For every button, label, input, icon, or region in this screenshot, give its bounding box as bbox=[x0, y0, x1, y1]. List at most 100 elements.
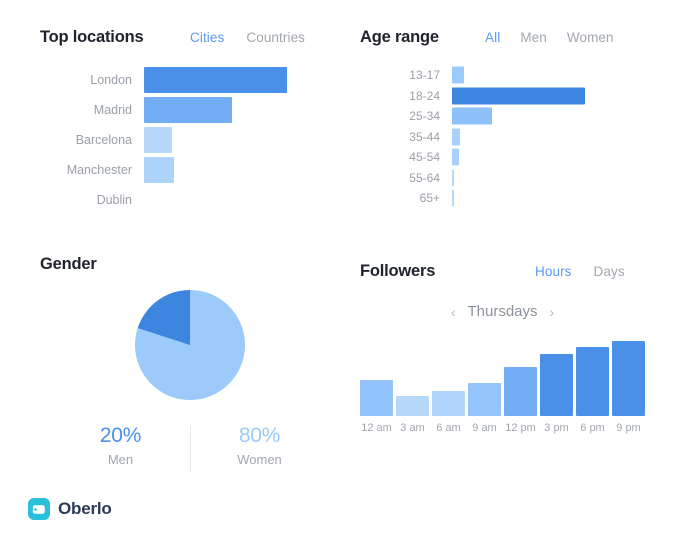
bar-track bbox=[452, 168, 620, 189]
followers-chart bbox=[360, 338, 645, 416]
gender-chart bbox=[40, 290, 340, 400]
top-locations-chart: London Madrid Barcelona Manchester Dubli… bbox=[40, 65, 330, 215]
bar-fill bbox=[452, 189, 454, 207]
chart-row: Manchester bbox=[40, 155, 330, 185]
axis-tick-label: 9 pm bbox=[616, 422, 641, 434]
bar-fill bbox=[452, 107, 492, 125]
chevron-left-icon[interactable]: ‹ bbox=[451, 305, 456, 319]
followers-tabs: Hours Days bbox=[535, 264, 625, 279]
page-title-top-locations: Top locations bbox=[40, 28, 144, 46]
gender-divider bbox=[189, 426, 191, 472]
oberlo-wordmark: Oberlo bbox=[58, 499, 112, 518]
bar-fill bbox=[452, 148, 459, 166]
bar-fill bbox=[452, 87, 585, 105]
day-navigator: ‹ Thursdays › bbox=[360, 303, 645, 320]
followers-panel: Followers Hours Days ‹ Thursdays › 12 am… bbox=[360, 262, 670, 434]
page-title-followers: Followers bbox=[360, 262, 436, 280]
bar-fill bbox=[452, 169, 454, 187]
tab-cities[interactable]: Cities bbox=[190, 30, 224, 45]
bar-label: 13-17 bbox=[409, 68, 440, 83]
gender-stat-women: 80% Women bbox=[205, 424, 315, 472]
bar-track bbox=[144, 155, 330, 185]
bar-fill bbox=[540, 353, 573, 416]
chart-column bbox=[468, 338, 501, 416]
chart-row: 45-54 bbox=[360, 147, 620, 168]
age-range-chart: 13-17 18-24 25-34 35-44 45-54 55-64 65+ bbox=[360, 65, 620, 209]
tab-countries[interactable]: Countries bbox=[246, 30, 305, 45]
chart-row: 25-34 bbox=[360, 106, 620, 127]
followers-axis-labels: 12 am 3 am 6 am 9 am 12 pm 3 pm 6 pm 9 p… bbox=[360, 422, 645, 434]
bar-label: 25-34 bbox=[409, 109, 440, 124]
gender-legend: 20% Men 80% Women bbox=[40, 424, 340, 472]
bar-track bbox=[144, 95, 330, 125]
oberlo-tag-icon bbox=[28, 498, 50, 520]
top-locations-header: Top locations Cities Countries bbox=[40, 28, 340, 47]
chart-column bbox=[432, 338, 465, 416]
axis-tick-label: 3 pm bbox=[544, 422, 569, 434]
age-range-panel: Age range All Men Women 13-17 18-24 25-3… bbox=[360, 28, 680, 209]
chart-column bbox=[612, 338, 645, 416]
women-percent: 80% bbox=[238, 424, 281, 447]
bar-label: Dublin bbox=[96, 193, 132, 207]
chart-column bbox=[576, 338, 609, 416]
analytics-dashboard: Top locations Cities Countries London Ma… bbox=[0, 0, 696, 540]
age-range-header: Age range All Men Women bbox=[360, 28, 615, 47]
bar-track bbox=[452, 106, 620, 127]
top-locations-panel: Top locations Cities Countries London Ma… bbox=[40, 28, 360, 215]
bar-label: London bbox=[90, 73, 132, 87]
chart-row: 55-64 bbox=[360, 168, 620, 189]
chart-row: 35-44 bbox=[360, 127, 620, 148]
tab-women[interactable]: Women bbox=[567, 30, 614, 45]
page-title-age-range: Age range bbox=[360, 28, 439, 46]
axis-tick-label: 12 am bbox=[361, 422, 392, 434]
bar-fill bbox=[432, 391, 465, 416]
bar-fill bbox=[396, 395, 429, 416]
bar-label: Madrid bbox=[93, 103, 132, 117]
oberlo-logo: Oberlo bbox=[28, 498, 112, 520]
bar-label: 18-24 bbox=[409, 88, 440, 103]
bar-track bbox=[452, 86, 620, 107]
chart-row: Dublin bbox=[40, 185, 330, 215]
men-label: Men bbox=[107, 452, 134, 467]
axis-tick-label: 6 am bbox=[436, 422, 461, 434]
bar-track bbox=[452, 65, 620, 86]
chart-column bbox=[360, 338, 393, 416]
tab-days[interactable]: Days bbox=[594, 264, 625, 279]
bar-fill bbox=[452, 128, 460, 146]
bar-fill bbox=[144, 157, 174, 183]
chart-column bbox=[540, 338, 573, 416]
axis-tick-label: 6 pm bbox=[580, 422, 605, 434]
bar-fill bbox=[468, 383, 501, 416]
tab-all[interactable]: All bbox=[485, 30, 500, 45]
bar-fill bbox=[144, 67, 287, 93]
axis-tick-label: 3 am bbox=[400, 422, 425, 434]
chart-row: Barcelona bbox=[40, 125, 330, 155]
gender-panel: Gender 20% Men 80% Women bbox=[40, 255, 340, 472]
top-locations-tabs: Cities Countries bbox=[190, 30, 305, 45]
bar-fill bbox=[504, 366, 537, 416]
bar-track bbox=[452, 188, 620, 209]
bar-label: Barcelona bbox=[75, 133, 132, 147]
followers-header: Followers Hours Days bbox=[360, 262, 630, 281]
bar-fill bbox=[144, 97, 232, 123]
axis-tick-label: 9 am bbox=[472, 422, 497, 434]
tab-men[interactable]: Men bbox=[520, 30, 547, 45]
bar-track bbox=[144, 125, 330, 155]
gender-pie-chart bbox=[135, 290, 245, 400]
bar-fill bbox=[360, 380, 393, 416]
bar-track bbox=[452, 127, 620, 148]
bar-track bbox=[452, 147, 620, 168]
bar-fill bbox=[576, 347, 609, 416]
tab-hours[interactable]: Hours bbox=[535, 264, 572, 279]
chart-column bbox=[504, 338, 537, 416]
bar-fill bbox=[452, 66, 464, 84]
chart-row: 18-24 bbox=[360, 86, 620, 107]
page-title-gender: Gender bbox=[40, 255, 97, 273]
current-day-label: Thursdays bbox=[467, 303, 538, 320]
chart-row: 65+ bbox=[360, 188, 620, 209]
chevron-right-icon[interactable]: › bbox=[550, 305, 555, 319]
women-label: Women bbox=[237, 452, 282, 467]
age-range-tabs: All Men Women bbox=[485, 30, 614, 45]
chart-column bbox=[396, 338, 429, 416]
axis-tick-label: 12 pm bbox=[505, 422, 536, 434]
